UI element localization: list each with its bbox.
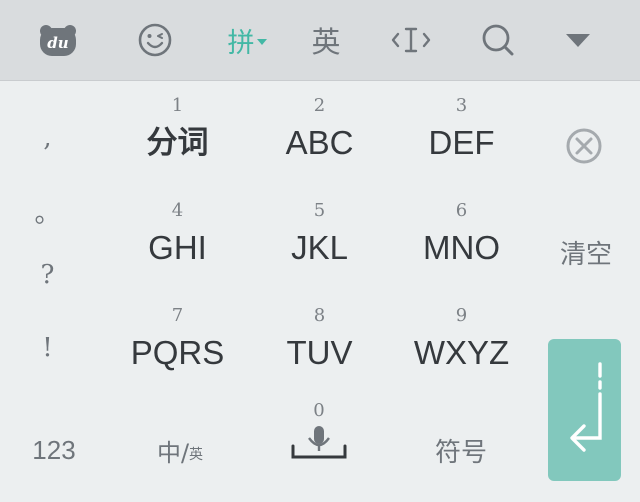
clear-button[interactable]: 清空 (548, 232, 624, 272)
microphone-icon (291, 426, 347, 459)
key-letters: MNO (423, 229, 500, 266)
baidu-logo-icon[interactable]: du (34, 18, 82, 62)
punct-label: 。 (34, 199, 61, 229)
key-number: 2 (313, 95, 326, 116)
key-5[interactable]: 5 JKL (252, 200, 387, 268)
pinyin-mode-button[interactable]: 拼 (222, 18, 272, 62)
lang-sub-label: 英 (189, 447, 204, 463)
lang-main-label: 中/ (156, 438, 190, 467)
punct-comma-key[interactable]: , (0, 123, 95, 153)
language-switch-button[interactable]: 中/ 英 (140, 432, 220, 468)
key-letters: PQRS (130, 334, 225, 371)
key-number: 6 (455, 200, 468, 221)
key-letters: TUV (286, 334, 353, 371)
cursor-icon[interactable] (388, 18, 434, 62)
delete-x-circle-icon[interactable] (560, 124, 608, 168)
enter-button[interactable] (548, 339, 621, 481)
logo-text: du (47, 34, 68, 52)
dropdown-triangle-icon (256, 39, 267, 45)
key-letters: WXYZ (413, 334, 510, 371)
key-number: 5 (313, 200, 326, 221)
punct-label: ? (40, 260, 55, 290)
key-letters: JKL (291, 229, 348, 266)
key-2[interactable]: 2 ABC (252, 95, 387, 163)
key-3[interactable]: 3 DEF (394, 95, 529, 163)
key-9[interactable]: 9 WXYZ (394, 305, 529, 373)
keyboard-toolbar: du 拼 英 (0, 0, 640, 81)
punct-period-key[interactable]: 。 (0, 193, 95, 230)
emoji-icon[interactable] (133, 18, 177, 62)
symbols-button[interactable]: 符号 (418, 432, 504, 468)
key-number: 7 (171, 305, 184, 326)
key-letters: DEF (428, 124, 495, 161)
key-number: 0 (313, 400, 325, 421)
key-letters: GHI (148, 229, 207, 266)
numbers-label: 123 (32, 434, 76, 465)
collapse-triangle-icon[interactable] (560, 18, 596, 62)
key-6[interactable]: 6 MNO (394, 200, 529, 268)
key-number: 3 (455, 95, 468, 116)
search-icon[interactable] (476, 18, 520, 62)
key-number: 8 (313, 305, 326, 326)
punct-label: ! (42, 333, 53, 363)
pinyin-label: 拼 (227, 27, 255, 59)
key-4[interactable]: 4 GHI (110, 200, 245, 268)
numbers-mode-button[interactable]: 123 (14, 432, 94, 468)
symbols-label: 符号 (434, 437, 487, 468)
key-letters: ABC (285, 124, 354, 161)
key-letters: 分词 (146, 125, 209, 161)
key-number: 9 (455, 305, 468, 326)
punct-exclamation-key[interactable]: ! (0, 333, 95, 363)
enter-return-icon (569, 362, 602, 452)
space-key[interactable]: 0 (280, 400, 358, 462)
key-8[interactable]: 8 TUV (252, 305, 387, 373)
english-label: 英 (311, 25, 341, 59)
key-number: 4 (171, 200, 184, 221)
key-1[interactable]: 1 分词 (110, 95, 245, 163)
clear-label: 清空 (559, 239, 612, 270)
punct-label: , (43, 123, 52, 153)
key-number: 1 (171, 95, 184, 116)
key-7[interactable]: 7 PQRS (110, 305, 245, 373)
punct-question-key[interactable]: ? (0, 260, 95, 290)
english-mode-button[interactable]: 英 (304, 18, 348, 62)
